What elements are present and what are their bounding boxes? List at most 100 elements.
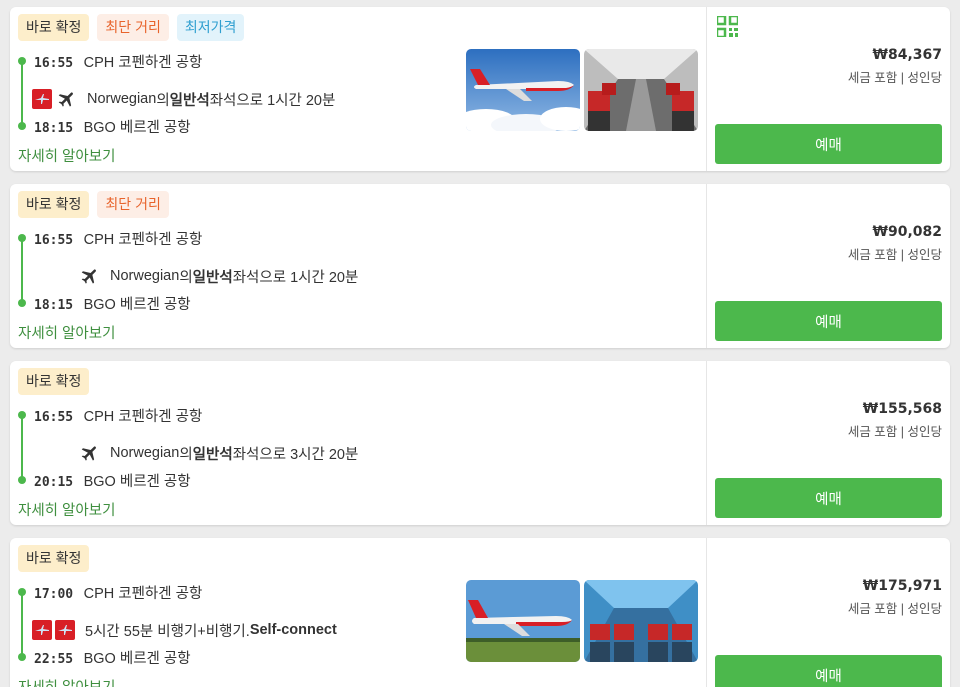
arrive-time: 20:15: [34, 475, 74, 490]
badge-group: 바로 확정 최단 거리 최저가격: [18, 14, 245, 41]
cabin-class: 일반석: [169, 92, 210, 109]
price: ₩155,568: [862, 401, 942, 417]
connection-info: 5시간 55분 비행기+비행기.: [85, 623, 250, 640]
arrival-row: 22:55 BGO 베르겐 공항: [34, 647, 191, 668]
badge-shortest: 최단 거리: [97, 191, 169, 218]
badge-instant-confirm: 바로 확정: [18, 545, 90, 572]
price-panel: ₩90,082 세금 포함 | 성인당 예매: [706, 184, 950, 348]
arrive-time: 18:15: [34, 298, 74, 313]
timeline-line: [21, 413, 23, 479]
flight-card[interactable]: 바로 확정 최단 거리 최저가격 16:55 CPH 코펜하겐 공항 Norwe…: [10, 7, 950, 171]
details-link[interactable]: 자세히 알아보기: [18, 499, 115, 520]
self-connect-label: Self-connect: [249, 622, 337, 638]
flight-info: 바로 확정 최단 거리 최저가격 16:55 CPH 코펜하겐 공항 Norwe…: [10, 7, 706, 171]
timeline-line: [21, 590, 23, 656]
arrive-dot: [18, 653, 26, 661]
book-button[interactable]: 예매: [715, 124, 942, 164]
badge-group: 바로 확정: [18, 545, 90, 572]
badge-group: 바로 확정 최단 거리: [18, 191, 169, 218]
details-link[interactable]: 자세히 알아보기: [18, 322, 115, 343]
badge-instant-confirm: 바로 확정: [18, 368, 90, 395]
depart-airport: CPH 코펜하겐 공항: [83, 232, 203, 248]
flight-card[interactable]: 바로 확정 16:55 CPH 코펜하겐 공항 Norwegian 의 일반석 좌…: [10, 361, 950, 525]
cabin-class: 일반석: [192, 269, 233, 286]
aircraft-exterior-photo[interactable]: [466, 580, 580, 662]
airline-name: Norwegian: [87, 91, 157, 107]
arrive-airport: BGO 베르겐 공항: [83, 120, 191, 136]
depart-time: 16:55: [34, 56, 74, 71]
norwegian-logo-icon: [32, 89, 52, 109]
tax-note: 세금 포함 | 성인당: [847, 248, 942, 262]
arrive-time: 18:15: [34, 121, 74, 136]
departure-row: 17:00 CPH 코펜하겐 공항: [34, 582, 202, 603]
depart-time: 16:55: [34, 410, 74, 425]
flight-timeline: 16:55 CPH 코펜하겐 공항 Norwegian 의 일반석 좌석으로 1시…: [18, 47, 458, 137]
flight-timeline: 16:55 CPH 코펜하겐 공항 Norwegian 의 일반석 좌석으로 1시…: [18, 224, 458, 314]
flight-info: 바로 확정 16:55 CPH 코펜하겐 공항 Norwegian 의 일반석 좌…: [10, 361, 706, 525]
arrive-dot: [18, 299, 26, 307]
price-panel: ₩155,568 세금 포함 | 성인당 예매: [706, 361, 950, 525]
depart-dot: [18, 588, 26, 596]
airline-name: Norwegian: [110, 445, 180, 461]
segment-info: Norwegian 의 일반석 좌석으로 3시간 20분: [32, 441, 358, 465]
depart-time: 17:00: [34, 587, 74, 602]
airline-name: Norwegian: [110, 268, 180, 284]
depart-time: 16:55: [34, 233, 74, 248]
flight-info: 바로 확정 최단 거리 16:55 CPH 코펜하겐 공항 Norwegian 의…: [10, 184, 706, 348]
timeline-line: [21, 236, 23, 302]
flight-card[interactable]: 바로 확정 최단 거리 16:55 CPH 코펜하겐 공항 Norwegian 의…: [10, 184, 950, 348]
depart-airport: CPH 코펜하겐 공항: [83, 586, 203, 602]
price-panel: ₩175,971 세금 포함 | 성인당 예매: [706, 538, 950, 687]
badge-instant-confirm: 바로 확정: [18, 191, 90, 218]
airline-suffix: 의: [179, 446, 193, 463]
price: ₩84,367: [872, 47, 942, 63]
departure-row: 16:55 CPH 코펜하겐 공항: [34, 228, 202, 249]
flight-timeline: 17:00 CPH 코펜하겐 공항 5시간 55분 비행기+비행기. Self-…: [18, 578, 458, 668]
badge-group: 바로 확정: [18, 368, 90, 395]
norwegian-logo-icon: [32, 620, 52, 640]
cabin-interior-photo[interactable]: [584, 580, 698, 662]
arrive-time: 22:55: [34, 652, 74, 667]
depart-airport: CPH 코펜하겐 공항: [83, 409, 203, 425]
details-link[interactable]: 자세히 알아보기: [18, 145, 115, 166]
price: ₩175,971: [862, 578, 942, 594]
arrive-airport: BGO 베르겐 공항: [83, 297, 191, 313]
flight-duration: 좌석으로 1시간 20분: [232, 269, 359, 286]
arrive-airport: BGO 베르겐 공항: [83, 651, 191, 667]
airplane-icon: [80, 443, 100, 463]
tax-note: 세금 포함 | 성인당: [847, 71, 942, 85]
cabin-interior-photo[interactable]: [584, 49, 698, 131]
norwegian-logo-icon: [55, 620, 75, 640]
flight-duration: 좌석으로 1시간 20분: [209, 92, 336, 109]
segment-info: Norwegian 의 일반석 좌석으로 1시간 20분: [32, 264, 358, 288]
book-button[interactable]: 예매: [715, 655, 942, 687]
airplane-icon: [80, 266, 100, 286]
depart-dot: [18, 234, 26, 242]
depart-dot: [18, 411, 26, 419]
badge-cheapest: 최저가격: [176, 14, 245, 41]
aircraft-exterior-photo[interactable]: [466, 49, 580, 131]
cabin-class: 일반석: [192, 446, 233, 463]
airline-suffix: 의: [179, 269, 193, 286]
flight-card[interactable]: 바로 확정 17:00 CPH 코펜하겐 공항 5시간 55분 비행기+비행기.…: [10, 538, 950, 687]
badge-shortest: 최단 거리: [97, 14, 169, 41]
departure-row: 16:55 CPH 코펜하겐 공항: [34, 405, 202, 426]
arrive-dot: [18, 122, 26, 130]
book-button[interactable]: 예매: [715, 478, 942, 518]
flight-duration: 좌석으로 3시간 20분: [232, 446, 359, 463]
airline-suffix: 의: [156, 92, 170, 109]
timeline-line: [21, 59, 23, 125]
departure-row: 16:55 CPH 코펜하겐 공항: [34, 51, 202, 72]
arrival-row: 18:15 BGO 베르겐 공항: [34, 293, 191, 314]
tax-note: 세금 포함 | 성인당: [847, 425, 942, 439]
arrival-row: 18:15 BGO 베르겐 공항: [34, 116, 191, 137]
segment-info: 5시간 55분 비행기+비행기. Self-connect: [32, 618, 337, 642]
book-button[interactable]: 예매: [715, 301, 942, 341]
price: ₩90,082: [872, 224, 942, 240]
arrival-row: 20:15 BGO 베르겐 공항: [34, 470, 191, 491]
price-panel: ₩84,367 세금 포함 | 성인당 예매: [706, 7, 950, 171]
details-link[interactable]: 자세히 알아보기: [18, 676, 115, 687]
tax-note: 세금 포함 | 성인당: [847, 602, 942, 616]
qr-code-icon[interactable]: [715, 14, 740, 39]
segment-info: Norwegian 의 일반석 좌석으로 1시간 20분: [32, 87, 335, 111]
